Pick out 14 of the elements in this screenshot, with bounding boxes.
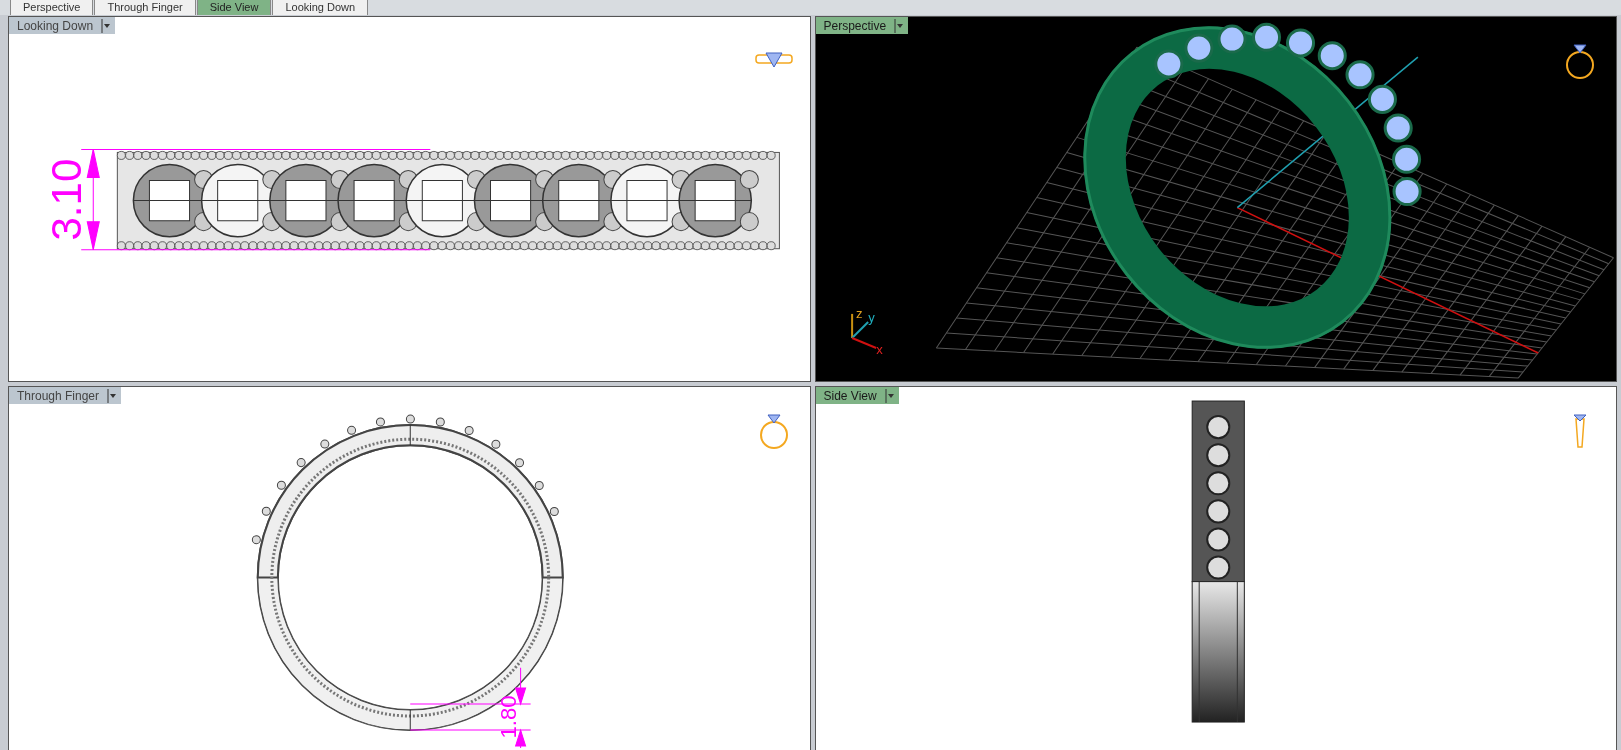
dropdown-icon[interactable] bbox=[107, 388, 118, 403]
dropdown-icon[interactable] bbox=[894, 18, 905, 33]
dimension-text: 3.10 bbox=[43, 158, 91, 241]
axis-icon bbox=[850, 313, 877, 349]
view-tab[interactable]: Perspective bbox=[10, 0, 94, 15]
axis-label: y bbox=[867, 309, 875, 325]
view-tab[interactable]: Looking Down bbox=[272, 0, 369, 15]
axis-label: x bbox=[875, 342, 883, 358]
dropdown-icon[interactable] bbox=[101, 18, 112, 33]
dropdown-icon[interactable] bbox=[884, 388, 895, 403]
dimension-text: 1.80 bbox=[496, 695, 522, 739]
view-tab[interactable]: Through Finger bbox=[94, 0, 196, 15]
axis-label: z bbox=[855, 305, 863, 321]
view-tab[interactable]: Side View bbox=[196, 0, 272, 15]
